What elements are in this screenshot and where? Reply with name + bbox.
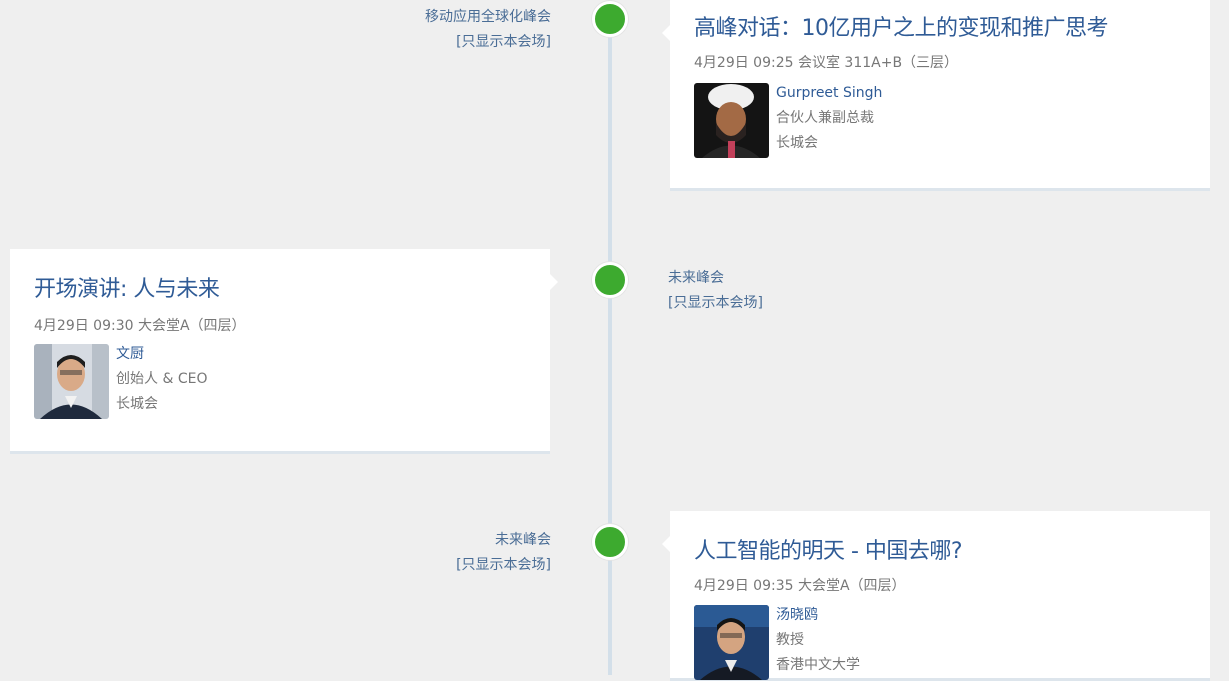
speaker-avatar[interactable]: [34, 344, 109, 419]
session-card: 高峰对话：10亿用户之上的变现和推广思考 4月29日 09:25 会议室 311…: [662, 0, 1210, 191]
timeline-dot: [592, 524, 628, 560]
speaker-name[interactable]: 文厨: [116, 342, 207, 367]
speaker-role: 教授: [776, 632, 804, 648]
speaker-org: 香港中文大学: [776, 657, 860, 673]
card-pointer: [662, 536, 670, 552]
filter-venue-link[interactable]: [只显示本会场]: [456, 553, 551, 578]
timeline-dot: [592, 262, 628, 298]
session-time-location: 4月29日 09:25 会议室 311A+B（三层）: [694, 55, 959, 71]
speaker-avatar[interactable]: [694, 605, 769, 680]
speaker-role: 创始人 & CEO: [116, 371, 208, 387]
venue-name[interactable]: 未来峰会: [456, 528, 551, 553]
speaker-name[interactable]: 汤晓鸥: [776, 603, 860, 628]
session-title[interactable]: 高峰对话：10亿用户之上的变现和推广思考: [694, 10, 1109, 42]
session-venue-label: 未来峰会 [只显示本会场]: [668, 266, 763, 316]
session-venue-label: 移动应用全球化峰会 [只显示本会场]: [425, 5, 551, 55]
session-venue-label: 未来峰会 [只显示本会场]: [456, 528, 551, 578]
speaker-avatar[interactable]: [694, 83, 769, 158]
session-title[interactable]: 开场演讲: 人与未来: [34, 271, 220, 303]
speaker-info: 汤晓鸥 教授 香港中文大学: [776, 603, 860, 678]
speaker-name[interactable]: Gurpreet Singh: [776, 81, 882, 106]
speaker-org: 长城会: [776, 135, 818, 151]
venue-name[interactable]: 未来峰会: [668, 266, 763, 291]
session-title[interactable]: 人工智能的明天 - 中国去哪?: [694, 533, 963, 565]
speaker-org: 长城会: [116, 396, 158, 412]
speaker-role: 合伙人兼副总裁: [776, 110, 874, 126]
filter-venue-link[interactable]: [只显示本会场]: [425, 30, 551, 55]
session-card: 开场演讲: 人与未来 4月29日 09:30 大会堂A（四层） 文厨 创始人 &…: [10, 249, 558, 454]
filter-venue-link[interactable]: [只显示本会场]: [668, 291, 763, 316]
timeline-line: [608, 0, 612, 675]
card-pointer: [662, 25, 670, 41]
speaker-info: 文厨 创始人 & CEO 长城会: [116, 342, 207, 417]
timeline-dot: [592, 1, 628, 37]
venue-name[interactable]: 移动应用全球化峰会: [425, 5, 551, 30]
session-time-location: 4月29日 09:30 大会堂A（四层）: [34, 318, 246, 334]
session-card: 人工智能的明天 - 中国去哪? 4月29日 09:35 大会堂A（四层） 汤晓鸥…: [662, 511, 1210, 681]
card-pointer: [550, 274, 558, 290]
speaker-info: Gurpreet Singh 合伙人兼副总裁 长城会: [776, 81, 882, 156]
session-time-location: 4月29日 09:35 大会堂A（四层）: [694, 578, 906, 594]
